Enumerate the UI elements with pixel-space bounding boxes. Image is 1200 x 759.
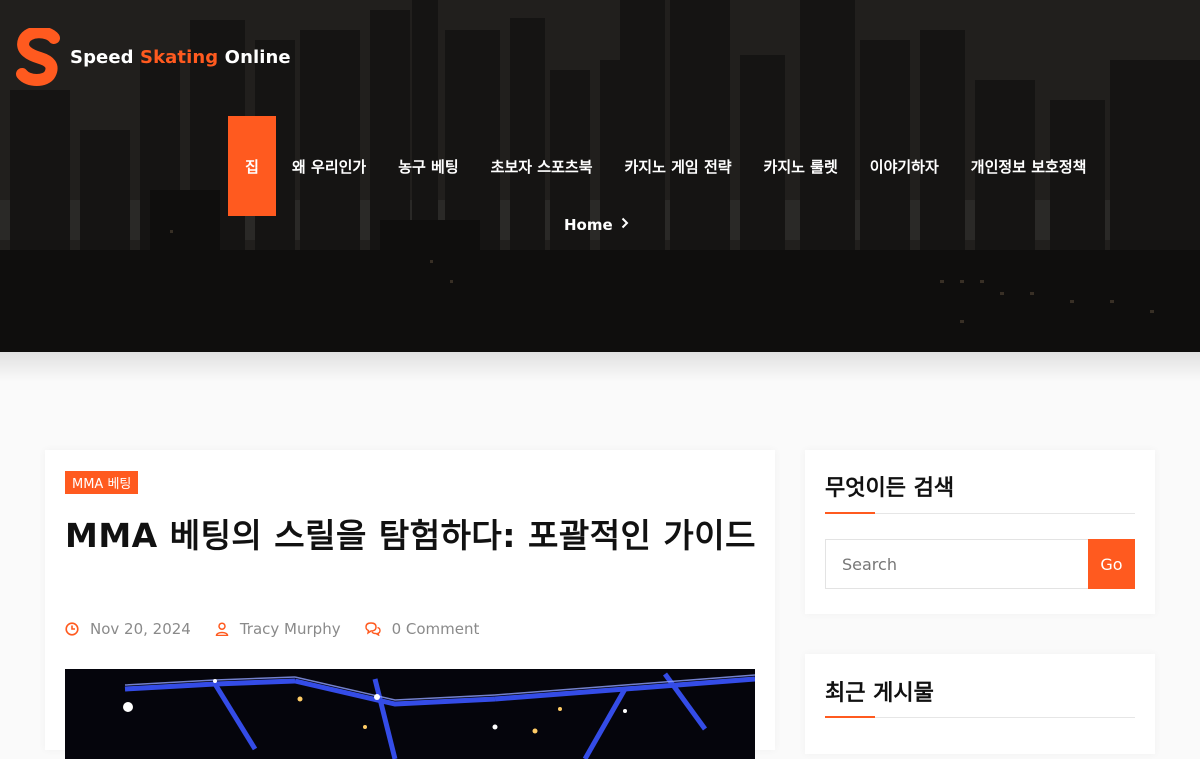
clock-icon — [65, 622, 79, 636]
comments-icon — [364, 622, 381, 636]
site-name: Speed Skating Online — [70, 46, 291, 68]
search-input[interactable] — [825, 539, 1088, 589]
nav-item-casino-strategy[interactable]: 카지노 게임 전략 — [609, 116, 748, 216]
article-date[interactable]: Nov 20, 2024 — [65, 620, 191, 638]
logo-s-icon — [16, 28, 60, 86]
nav-item-privacy-policy[interactable]: 개인정보 보호정책 — [955, 116, 1103, 216]
article-featured-image[interactable] — [65, 669, 755, 759]
breadcrumb-home-link[interactable]: Home — [564, 216, 613, 234]
article-card: MMA 베팅 MMA 베팅의 스릴을 탐험하다: 포괄적인 가이드 Nov 20… — [45, 450, 775, 759]
chevron-right-icon — [621, 217, 629, 233]
nav-item-why-us[interactable]: 왜 우리인가 — [276, 116, 382, 216]
nav-item-casino-roulette[interactable]: 카지노 룰렛 — [748, 116, 854, 216]
search-widget-title: 무엇이든 검색 — [825, 476, 955, 501]
nav-item-home[interactable]: 집 — [228, 116, 276, 216]
nav-item-lets-talk[interactable]: 이야기하자 — [854, 116, 955, 216]
article-comments[interactable]: 0 Comment — [364, 620, 480, 638]
hero-header: Speed Skating Online 집 왜 우리인가 농구 베팅 초보자 … — [0, 0, 1200, 352]
user-icon — [215, 622, 229, 636]
arena-truss-image — [65, 669, 755, 759]
article-comments-text: 0 Comment — [391, 620, 480, 638]
article-date-text: Nov 20, 2024 — [90, 620, 191, 638]
recent-posts-widget: 최근 게시물 — [805, 654, 1155, 754]
recent-posts-accent — [825, 716, 875, 718]
category-badge[interactable]: MMA 베팅 — [65, 471, 139, 494]
search-widget: 무엇이든 검색 Go — [805, 450, 1155, 614]
site-logo[interactable]: Speed Skating Online — [14, 28, 291, 86]
breadcrumb: Home — [564, 216, 629, 234]
article-meta: Nov 20, 2024 Tracy Murphy 0 Comment — [65, 620, 503, 638]
main-nav: 집 왜 우리인가 농구 베팅 초보자 스포츠북 카지노 게임 전략 카지노 룰렛… — [228, 116, 1102, 216]
article-author-text: Tracy Murphy — [239, 620, 341, 638]
search-button[interactable]: Go — [1088, 539, 1135, 589]
article-author[interactable]: Tracy Murphy — [215, 620, 341, 638]
search-widget-accent — [825, 512, 875, 514]
article-title[interactable]: MMA 베팅의 스릴을 탐험하다: 포괄적인 가이드 — [65, 512, 765, 559]
recent-posts-title: 최근 게시물 — [825, 681, 934, 706]
nav-item-basketball-betting[interactable]: 농구 베팅 — [382, 116, 474, 216]
nav-item-beginner-sportsbook[interactable]: 초보자 스포츠북 — [475, 116, 609, 216]
hero-shadow — [0, 352, 1200, 382]
